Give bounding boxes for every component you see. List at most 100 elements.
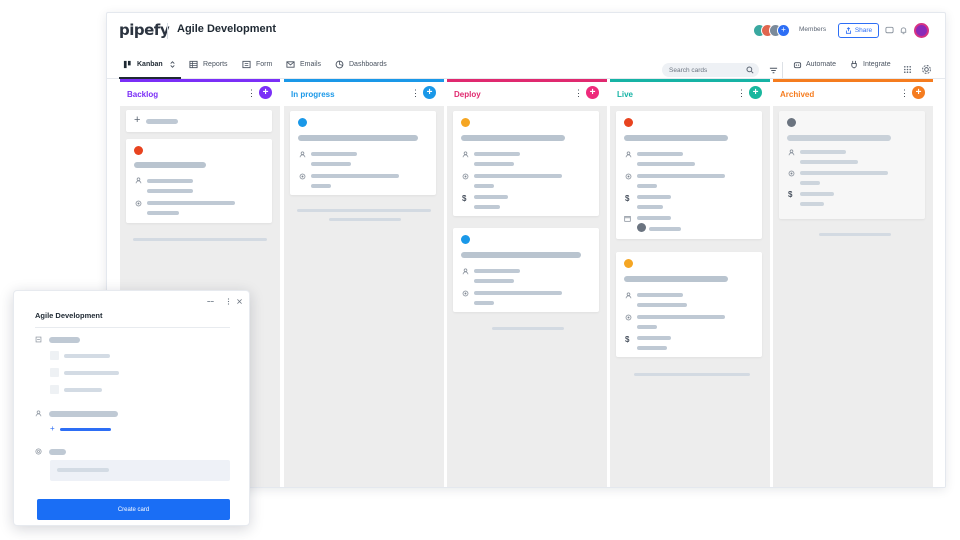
tab-kanban[interactable]: Kanban	[123, 49, 177, 79]
members-avatars[interactable]: +	[753, 24, 797, 38]
field-placeholder	[800, 192, 834, 196]
load-more-indicator	[634, 373, 750, 376]
field-placeholder	[474, 205, 500, 209]
field-placeholder	[147, 179, 193, 183]
card[interactable]: $	[779, 111, 925, 219]
field-placeholder	[474, 174, 562, 178]
phase-header: Live ⋮ +	[610, 82, 770, 106]
tab-emails[interactable]: Emails	[286, 49, 321, 79]
card[interactable]	[126, 139, 272, 223]
add-card-button[interactable]: +	[259, 86, 272, 99]
field-placeholder	[147, 201, 235, 205]
field-placeholder	[637, 336, 671, 340]
apps-grid-icon[interactable]	[903, 65, 912, 74]
field-placeholder	[637, 325, 657, 329]
add-card-button[interactable]: +	[749, 86, 762, 99]
phase-title[interactable]: Deploy	[454, 90, 481, 99]
field-placeholder	[474, 291, 562, 295]
phase-deploy: Deploy ⋮ + $	[447, 79, 607, 487]
field-placeholder	[649, 227, 681, 231]
tab-form[interactable]: Form	[242, 49, 272, 79]
field-placeholder	[474, 184, 494, 188]
tab-dashboards-label: Dashboards	[349, 60, 387, 68]
at-sign-icon	[35, 448, 42, 455]
pipefy-logo[interactable]: pipefy	[119, 21, 170, 39]
tab-reports[interactable]: Reports	[189, 49, 228, 79]
card[interactable]: $	[616, 111, 762, 239]
field-placeholder	[637, 174, 725, 178]
assignee-avatar	[637, 223, 646, 232]
more-options-icon[interactable]: ⋮	[574, 88, 583, 98]
field-placeholder	[800, 150, 846, 154]
pipe-title[interactable]: Agile Development	[177, 23, 276, 35]
bell-icon[interactable]	[899, 26, 908, 35]
add-assignee-link[interactable]	[60, 428, 111, 431]
share-button[interactable]: Share	[838, 23, 879, 38]
plus-icon[interactable]: +	[50, 424, 55, 433]
search-cards-input[interactable]: Search cards	[662, 63, 759, 77]
add-card-button[interactable]: +	[423, 86, 436, 99]
automate-button[interactable]: Automate	[793, 49, 836, 79]
placeholder-bar	[146, 119, 178, 124]
members-label[interactable]: Members	[799, 26, 826, 33]
load-more-indicator	[329, 218, 401, 221]
more-options-icon[interactable]	[225, 298, 232, 305]
text-input-field[interactable]	[50, 460, 230, 481]
card-title-placeholder	[461, 252, 581, 258]
card[interactable]: $	[453, 111, 599, 216]
field-placeholder	[800, 160, 858, 164]
checkbox[interactable]	[50, 385, 59, 394]
add-card-button[interactable]: +	[912, 86, 925, 99]
card[interactable]	[453, 228, 599, 312]
phase-title[interactable]: Backlog	[127, 90, 158, 99]
phase-header: Deploy ⋮ +	[447, 82, 607, 106]
more-options-icon[interactable]: ⋮	[411, 88, 420, 98]
phase-title[interactable]: Live	[617, 90, 633, 99]
field-placeholder	[800, 202, 824, 206]
tab-dashboards[interactable]: Dashboards	[335, 49, 387, 79]
more-options-icon[interactable]: ⋮	[900, 88, 909, 98]
tab-form-label: Form	[256, 60, 273, 68]
filter-icon[interactable]	[769, 66, 778, 75]
link-icon[interactable]	[207, 298, 214, 305]
chart-icon	[335, 60, 344, 68]
field-label-placeholder	[49, 337, 80, 343]
load-more-indicator	[133, 238, 267, 241]
user-avatar[interactable]	[914, 23, 929, 38]
view-tabs-bar: Kanban Reports Form Emails Dashboards Se…	[107, 49, 945, 79]
phase-title[interactable]: In progress	[291, 90, 335, 99]
user-icon	[462, 268, 469, 275]
create-card-button[interactable]: Create card	[37, 499, 230, 520]
phase-in-progress: In progress ⋮ +	[284, 79, 444, 487]
more-options-icon[interactable]: ⋮	[247, 88, 256, 98]
modal-title: Agile Development	[35, 311, 103, 320]
screenshot-root: pipefy Agile Development + Members Share	[0, 0, 960, 540]
table-icon	[189, 60, 198, 68]
search-placeholder: Search cards	[669, 66, 708, 74]
dollar-icon: $	[462, 194, 467, 203]
checkbox[interactable]	[50, 368, 59, 377]
dollar-icon: $	[788, 190, 793, 199]
option-placeholder	[64, 354, 110, 358]
status-dot	[134, 146, 143, 155]
field-placeholder	[637, 315, 725, 319]
plus-icon: +	[134, 114, 141, 126]
tab-reports-label: Reports	[203, 60, 228, 68]
radio-icon	[462, 173, 469, 180]
chat-icon[interactable]	[885, 26, 894, 35]
share-label: Share	[854, 27, 873, 34]
card[interactable]: $	[616, 252, 762, 357]
user-icon	[625, 292, 632, 299]
phase-title[interactable]: Archived	[780, 90, 814, 99]
close-icon[interactable]	[236, 298, 243, 305]
integrate-button[interactable]: Integrate	[850, 49, 891, 79]
field-placeholder	[147, 189, 193, 193]
field-placeholder	[311, 184, 331, 188]
more-options-icon[interactable]: ⋮	[737, 88, 746, 98]
field-placeholder	[147, 211, 179, 215]
add-card-button[interactable]: +	[586, 86, 599, 99]
settings-gear-icon[interactable]	[921, 64, 932, 75]
new-card-placeholder[interactable]: +	[126, 110, 272, 132]
checkbox[interactable]	[50, 351, 59, 360]
card[interactable]	[290, 111, 436, 195]
